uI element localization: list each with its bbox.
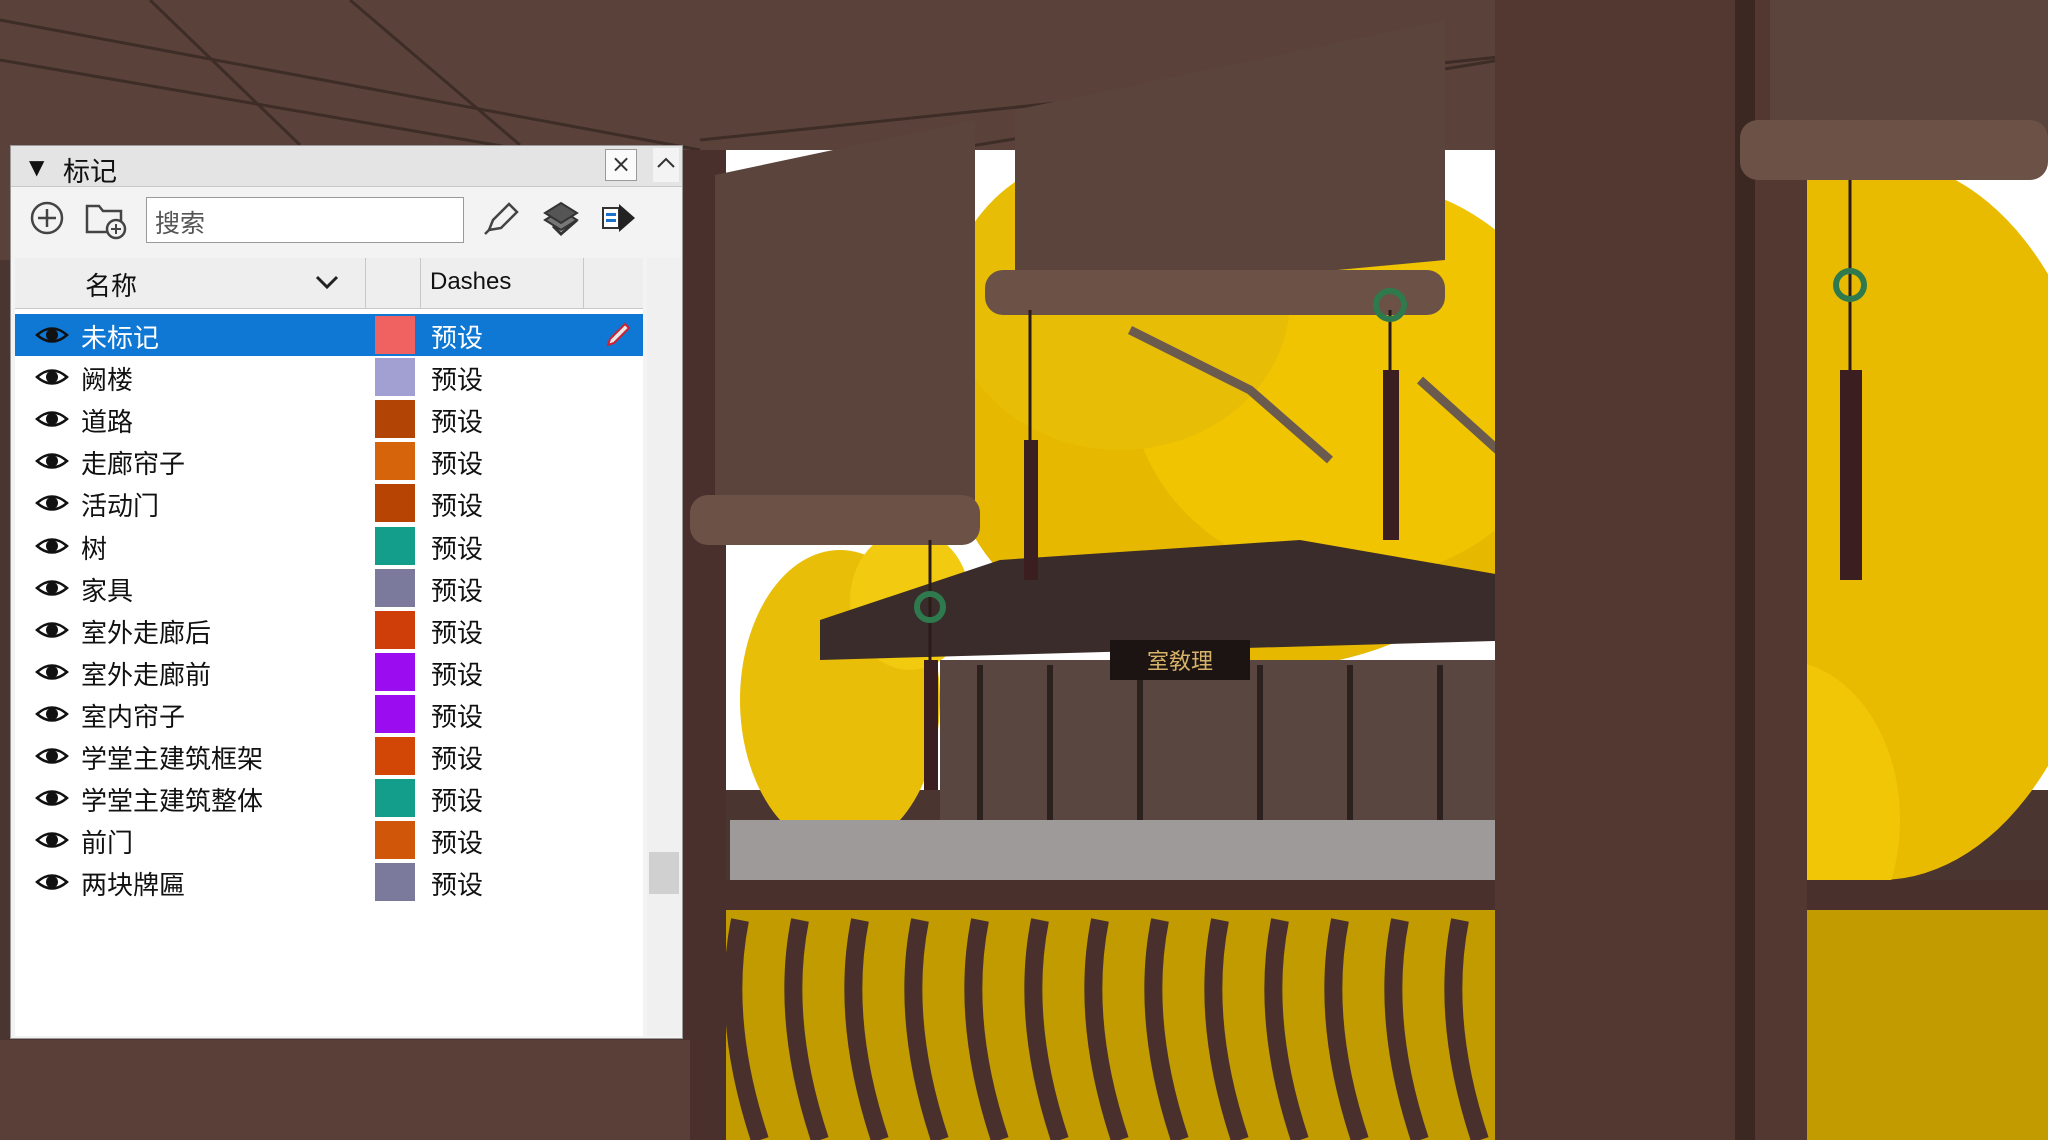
- chevron-up-icon: [657, 157, 675, 168]
- tag-name[interactable]: 树: [81, 529, 107, 566]
- color-by-tag-icon[interactable]: [539, 196, 583, 240]
- tag-name[interactable]: 室外走廊前: [81, 655, 211, 692]
- tag-name[interactable]: 室内帘子: [81, 697, 185, 734]
- tag-name[interactable]: 走廊帘子: [81, 444, 185, 481]
- sort-chevron-icon[interactable]: [313, 270, 341, 294]
- tag-row[interactable]: 室内帘子 预设: [15, 693, 643, 735]
- tag-dashes[interactable]: 预设: [431, 318, 483, 355]
- visibility-eye-icon[interactable]: [35, 533, 69, 559]
- visibility-eye-icon[interactable]: [35, 490, 69, 516]
- tag-name[interactable]: 前门: [81, 823, 133, 860]
- tag-row[interactable]: 室外走廊后 预设: [15, 609, 643, 651]
- visibility-eye-icon[interactable]: [35, 785, 69, 811]
- visibility-eye-icon[interactable]: [35, 827, 69, 853]
- tag-name[interactable]: 学堂主建筑整体: [81, 781, 263, 818]
- courtyard-ground: [690, 900, 2048, 1140]
- panel-title: 标记: [63, 157, 117, 188]
- scrollbar-thumb[interactable]: [649, 852, 679, 894]
- visibility-eye-icon[interactable]: [35, 743, 69, 769]
- tag-name[interactable]: 道路: [81, 402, 133, 439]
- tag-dashes[interactable]: 预设: [431, 739, 483, 776]
- tag-name[interactable]: 阙楼: [81, 360, 133, 397]
- visibility-eye-icon[interactable]: [35, 617, 69, 643]
- tag-row[interactable]: 两块牌匾 预设: [15, 861, 643, 903]
- tag-name[interactable]: 学堂主建筑框架: [81, 739, 263, 776]
- tag-color-swatch[interactable]: [375, 652, 415, 691]
- tag-dashes[interactable]: 预设: [431, 486, 483, 523]
- hall-plaque: 室敎理: [1147, 650, 1213, 675]
- eyedropper-icon[interactable]: [479, 196, 523, 240]
- tag-row[interactable]: 道路 预设: [15, 398, 643, 440]
- tag-name[interactable]: 活动门: [81, 486, 159, 523]
- tag-color-swatch[interactable]: [375, 821, 415, 860]
- visibility-eye-icon[interactable]: [35, 575, 69, 601]
- search-input[interactable]: 搜索: [146, 197, 464, 243]
- tag-row[interactable]: 学堂主建筑框架 预设: [15, 735, 643, 777]
- tag-color-swatch[interactable]: [375, 779, 415, 818]
- collapse-triangle-icon[interactable]: ▼: [29, 155, 44, 179]
- column-header-name[interactable]: 名称: [85, 266, 137, 303]
- tag-row[interactable]: 学堂主建筑整体 预设: [15, 777, 643, 819]
- column-divider[interactable]: [420, 258, 421, 308]
- panel-titlebar[interactable]: ▼ 标记 ×: [11, 146, 682, 188]
- visibility-eye-icon[interactable]: [35, 448, 69, 474]
- tag-row[interactable]: 活动门 预设: [15, 482, 643, 524]
- tag-row[interactable]: 走廊帘子 预设: [15, 440, 643, 482]
- visibility-eye-icon[interactable]: [35, 406, 69, 432]
- visibility-eye-icon[interactable]: [35, 701, 69, 727]
- visibility-eye-icon[interactable]: [35, 322, 69, 348]
- visibility-eye-icon[interactable]: [35, 869, 69, 895]
- details-arrow-icon[interactable]: [597, 196, 641, 240]
- tag-color-swatch[interactable]: [375, 358, 415, 397]
- tag-color-swatch[interactable]: [375, 694, 415, 733]
- column-header-dashes[interactable]: Dashes: [430, 268, 511, 296]
- tag-row[interactable]: 阙楼 预设: [15, 356, 643, 398]
- column-divider[interactable]: [583, 258, 584, 308]
- tags-panel: ▼ 标记 × 搜索 名称 Dashes 未标记 预设 阙楼 预设 道路 预设 走…: [10, 145, 683, 1039]
- tag-list: 名称 Dashes 未标记 预设 阙楼 预设 道路 预设 走廊帘子 预设 活动门 预设树预设 家具预…: [15, 258, 643, 1036]
- tag-name[interactable]: 两块牌匾: [81, 865, 185, 902]
- tag-row[interactable]: 室外走廊前 预设: [15, 651, 643, 693]
- pencil-icon[interactable]: [603, 320, 633, 350]
- tag-name[interactable]: 家具: [81, 571, 133, 608]
- tag-color-swatch[interactable]: [375, 442, 415, 481]
- tag-row[interactable]: 前门 预设: [15, 819, 643, 861]
- visibility-eye-icon[interactable]: [35, 659, 69, 685]
- tag-name[interactable]: 室外走廊后: [81, 613, 211, 650]
- visibility-eye-icon[interactable]: [35, 364, 69, 390]
- tag-dashes[interactable]: 预设: [431, 781, 483, 818]
- tag-dashes[interactable]: 预设: [431, 529, 483, 566]
- tag-color-swatch[interactable]: [375, 610, 415, 649]
- add-folder-icon[interactable]: [83, 196, 127, 240]
- tag-color-swatch[interactable]: [375, 863, 415, 902]
- tag-dashes[interactable]: 预设: [431, 402, 483, 439]
- tag-dashes[interactable]: 预设: [431, 613, 483, 650]
- tag-color-swatch[interactable]: [375, 484, 415, 523]
- floor-left: [0, 1040, 690, 1140]
- tag-dashes[interactable]: 预设: [431, 360, 483, 397]
- tag-dashes[interactable]: 预设: [431, 444, 483, 481]
- tag-dashes[interactable]: 预设: [431, 697, 483, 734]
- panel-collapse-button[interactable]: [653, 148, 679, 182]
- tag-dashes[interactable]: 预设: [431, 655, 483, 692]
- tag-dashes[interactable]: 预设: [431, 865, 483, 902]
- add-tag-icon[interactable]: [25, 196, 69, 240]
- column-divider[interactable]: [365, 258, 366, 308]
- tag-color-swatch[interactable]: [375, 568, 415, 607]
- tag-name[interactable]: 未标记: [81, 318, 159, 355]
- tag-row[interactable]: 家具 预设: [15, 567, 643, 609]
- tag-dashes[interactable]: 预设: [431, 823, 483, 860]
- tag-color-swatch[interactable]: [375, 316, 415, 354]
- scrollbar[interactable]: [647, 258, 681, 1036]
- tag-row[interactable]: 树 预设: [15, 525, 643, 567]
- list-header: 名称 Dashes: [15, 258, 643, 309]
- tag-color-swatch[interactable]: [375, 526, 415, 565]
- close-button[interactable]: ×: [605, 149, 637, 181]
- tag-row[interactable]: 未标记 预设: [15, 314, 643, 356]
- tag-dashes[interactable]: 预设: [431, 571, 483, 608]
- tag-color-swatch[interactable]: [375, 400, 415, 439]
- tag-color-swatch[interactable]: [375, 737, 415, 775]
